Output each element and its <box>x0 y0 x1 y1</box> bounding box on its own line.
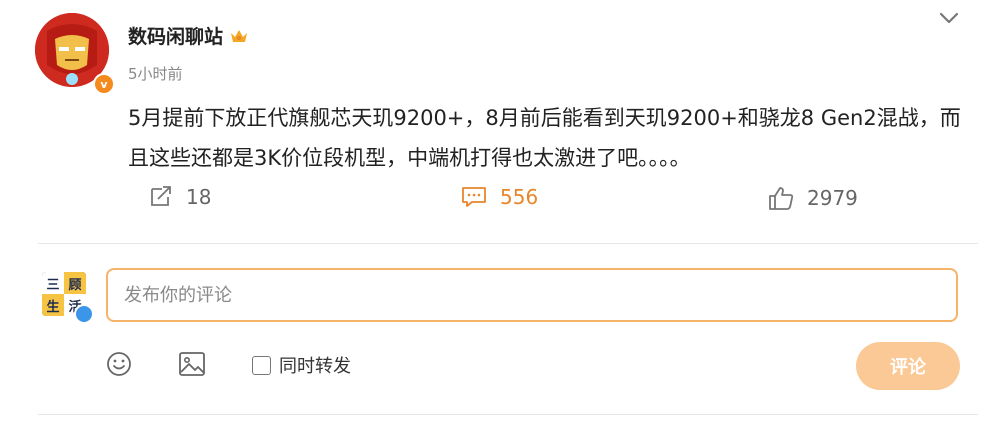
repost-button[interactable]: 18 <box>148 185 211 209</box>
post-actions: 18 556 2979 <box>0 185 1000 221</box>
like-button[interactable]: 2979 <box>767 185 858 211</box>
repost-icon <box>151 186 171 206</box>
emoji-icon <box>107 352 131 376</box>
author-name-row[interactable]: 数码闲聊站 <box>128 22 249 49</box>
divider <box>38 243 978 244</box>
crown-icon <box>231 29 248 42</box>
divider <box>38 414 978 415</box>
chevron-down-icon[interactable] <box>938 10 960 26</box>
avatar-char-3: 生 <box>42 294 64 316</box>
comment-button[interactable]: 556 <box>460 185 538 209</box>
also-repost-label: 同时转发 <box>279 356 351 377</box>
emoji-button[interactable] <box>106 351 132 381</box>
submit-comment-button[interactable]: 评论 <box>856 342 960 390</box>
author-name[interactable]: 数码闲聊站 <box>128 22 223 49</box>
post-content: 5月提前下放正代旗舰芯天玑9200+，8月前后能看到天玑9200+和骁龙8 Ge… <box>128 106 961 170</box>
verified-badge: v <box>93 73 115 95</box>
image-icon <box>179 352 205 376</box>
weibo-post: v 数码闲聊站 5小时前 5月提前下放正代旗舰芯天玑9200+，8月前后能看到天… <box>0 0 1000 430</box>
also-repost-option[interactable]: 同时转发 <box>252 352 351 378</box>
avatar-char-1: 三 <box>42 272 64 294</box>
also-repost-checkbox[interactable] <box>252 355 271 375</box>
image-upload-button[interactable] <box>178 351 206 381</box>
comment-input-wrapper <box>106 268 958 322</box>
like-count: 2979 <box>807 186 858 210</box>
avatar-char-2: 顾 <box>64 272 86 294</box>
post-time[interactable]: 5小时前 <box>128 63 183 84</box>
comment-count: 556 <box>500 185 539 209</box>
current-user-verified-badge <box>74 304 94 324</box>
repost-count: 18 <box>186 185 212 209</box>
comment-input[interactable] <box>108 270 956 320</box>
comment-icon <box>462 187 486 207</box>
like-icon <box>769 187 794 210</box>
